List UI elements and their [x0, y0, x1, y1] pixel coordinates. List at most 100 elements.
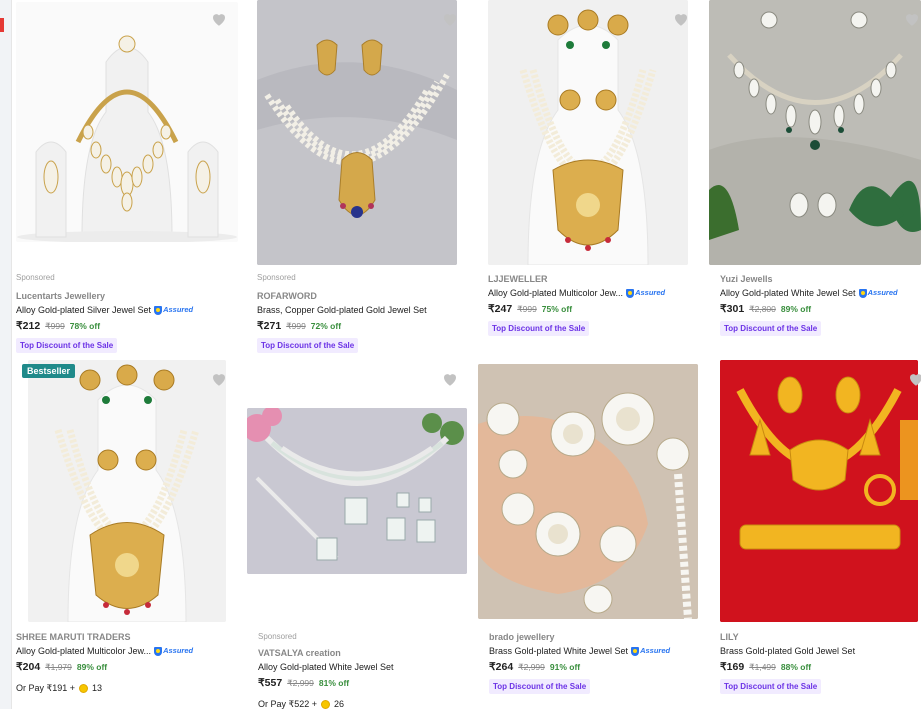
- discount-tag: Top Discount of the Sale: [257, 338, 359, 353]
- discount-tag: Top Discount of the Sale: [720, 321, 822, 336]
- wishlist-heart-icon[interactable]: [210, 370, 228, 388]
- product-card[interactable]: Bestseller SHREE MARUTI TRADERS Alloy Go…: [16, 360, 238, 709]
- assured-shield-icon: [154, 646, 163, 656]
- original-price: ₹2,999: [518, 662, 545, 672]
- discount-tag: Top Discount of the Sale: [488, 321, 590, 336]
- discount-percent: 89% off: [780, 304, 812, 314]
- price: ₹204: [16, 661, 41, 673]
- sponsored-label: Sponsored: [258, 632, 297, 641]
- wishlist-heart-icon[interactable]: [907, 370, 921, 388]
- product-image[interactable]: [257, 0, 457, 265]
- assured-badge: Assured: [858, 286, 898, 300]
- original-price: ₹1,499: [749, 662, 776, 672]
- discount-percent: 88% off: [780, 662, 812, 672]
- original-price: ₹2,800: [749, 304, 776, 314]
- price: ₹271: [257, 320, 282, 332]
- panel-marker: [0, 18, 4, 32]
- product-title[interactable]: Alloy Gold-plated White Jewel Set Assured: [720, 286, 920, 300]
- price-row: ₹271 ₹999 72% off: [257, 317, 479, 335]
- product-card[interactable]: Yuzi Jewells Alloy Gold-plated White Jew…: [709, 0, 921, 360]
- discount-percent: 89% off: [76, 662, 108, 672]
- product-title-text: Alloy Gold-plated White Jewel Set: [720, 288, 856, 298]
- product-info: LJJEWELLER Alloy Gold-plated Multicolor …: [488, 272, 710, 336]
- discount-percent: 78% off: [69, 321, 101, 331]
- wishlist-heart-icon[interactable]: [672, 10, 690, 28]
- product-image[interactable]: [28, 360, 226, 622]
- assured-label: Assured: [163, 305, 194, 314]
- discount-percent: 81% off: [318, 678, 350, 688]
- assured-label: Assured: [867, 288, 898, 297]
- price-row: ₹204 ₹1,979 89% off: [16, 658, 238, 676]
- price-row: ₹247 ₹999 75% off: [488, 300, 710, 318]
- wishlist-heart-icon[interactable]: [903, 10, 921, 28]
- assured-badge: Assured: [154, 303, 193, 317]
- price: ₹247: [488, 303, 513, 315]
- product-card[interactable]: Sponsored VATSALYA creation Alloy Gold-p…: [247, 360, 469, 709]
- assured-shield-icon: [154, 305, 163, 315]
- product-title-text: Alloy Gold-plated Silver Jewel Set: [16, 305, 152, 315]
- product-title[interactable]: Brass Gold-plated Gold Jewel Set: [720, 644, 920, 658]
- product-image[interactable]: [488, 0, 688, 265]
- product-info: Sponsored VATSALYA creation Alloy Gold-p…: [258, 631, 469, 709]
- product-title[interactable]: Alloy Gold-plated Silver Jewel Set Assure…: [16, 303, 238, 317]
- product-title-text: Brass Gold-plated White Jewel Set: [489, 646, 629, 656]
- product-info: Sponsored ROFARWORD Brass, Copper Gold-p…: [257, 272, 479, 353]
- product-info: LILY Brass Gold-plated Gold Jewel Set ₹1…: [720, 630, 920, 694]
- wishlist-heart-icon[interactable]: [441, 370, 459, 388]
- price: ₹557: [258, 677, 283, 689]
- price-row: ₹557 ₹2,999 81% off: [258, 674, 469, 692]
- product-title[interactable]: Alloy Gold-plated Multicolor Jew... Assur…: [16, 644, 238, 658]
- price: ₹264: [489, 661, 514, 673]
- brand-name: LILY: [720, 632, 739, 642]
- product-image[interactable]: [247, 408, 467, 574]
- supercoin-pay-row: Or Pay ₹522 + 26: [258, 696, 469, 709]
- assured-label: Assured: [163, 646, 194, 655]
- wishlist-heart-icon[interactable]: [441, 10, 459, 28]
- wishlist-heart-icon[interactable]: [210, 10, 228, 28]
- product-image[interactable]: [720, 360, 918, 622]
- product-card[interactable]: LJJEWELLER Alloy Gold-plated Multicolor …: [488, 0, 710, 360]
- product-title[interactable]: Alloy Gold-plated Multicolor Jew... Assur…: [488, 286, 710, 300]
- product-title-text: Alloy Gold-plated White Jewel Set: [258, 662, 394, 672]
- product-title[interactable]: Brass, Copper Gold-plated Gold Jewel Set: [257, 303, 479, 317]
- bestseller-badge: Bestseller: [22, 364, 76, 378]
- brand-name: VATSALYA creation: [258, 648, 341, 658]
- product-title-text: Brass Gold-plated Gold Jewel Set: [720, 646, 856, 656]
- product-card[interactable]: brado jewellery Brass Gold-plated White …: [478, 360, 700, 709]
- product-image[interactable]: [16, 2, 238, 242]
- assured-label: Assured: [640, 646, 671, 655]
- product-title[interactable]: Brass Gold-plated White Jewel Set Assured: [489, 644, 700, 658]
- assured-badge: Assured: [626, 286, 665, 300]
- price-row: ₹301 ₹2,800 89% off: [720, 300, 920, 318]
- product-title-text: Brass, Copper Gold-plated Gold Jewel Set: [257, 305, 427, 315]
- price: ₹301: [720, 303, 745, 315]
- supercoin-icon: [79, 683, 89, 693]
- product-image[interactable]: [478, 364, 698, 619]
- product-card[interactable]: LILY Brass Gold-plated Gold Jewel Set ₹1…: [709, 360, 921, 709]
- original-price: ₹2,999: [287, 678, 314, 688]
- product-card[interactable]: Sponsored ROFARWORD Brass, Copper Gold-p…: [257, 0, 479, 360]
- assured-badge: Assured: [631, 644, 670, 658]
- discount-tag: Top Discount of the Sale: [720, 679, 822, 694]
- brand-name: Yuzi Jewells: [720, 274, 773, 284]
- discount-percent: 75% off: [541, 304, 573, 314]
- product-info: Yuzi Jewells Alloy Gold-plated White Jew…: [720, 272, 920, 336]
- brand-name: brado jewellery: [489, 632, 555, 642]
- discount-tag: Top Discount of the Sale: [489, 679, 591, 694]
- assured-shield-icon: [858, 288, 867, 298]
- product-card[interactable]: Sponsored Lucentarts Jewellery Alloy Gol…: [16, 0, 238, 360]
- original-price: ₹999: [286, 321, 306, 331]
- assured-shield-icon: [631, 646, 640, 656]
- assured-label: Assured: [635, 288, 666, 297]
- supercoin-icon: [321, 699, 331, 709]
- supercoin-pay-row: Or Pay ₹191 + 13: [16, 680, 238, 696]
- price-row: ₹212 ₹999 78% off: [16, 317, 238, 335]
- product-title[interactable]: Alloy Gold-plated White Jewel Set: [258, 660, 469, 674]
- price-row: ₹264 ₹2,999 91% off: [489, 658, 700, 676]
- product-image[interactable]: [709, 0, 921, 265]
- assured-badge: Assured: [154, 644, 193, 658]
- product-info: SHREE MARUTI TRADERS Alloy Gold-plated M…: [16, 630, 238, 696]
- pay-prefix: Or Pay ₹191 +: [16, 683, 76, 693]
- brand-name: LJJEWELLER: [488, 274, 548, 284]
- original-price: ₹1,979: [45, 662, 72, 672]
